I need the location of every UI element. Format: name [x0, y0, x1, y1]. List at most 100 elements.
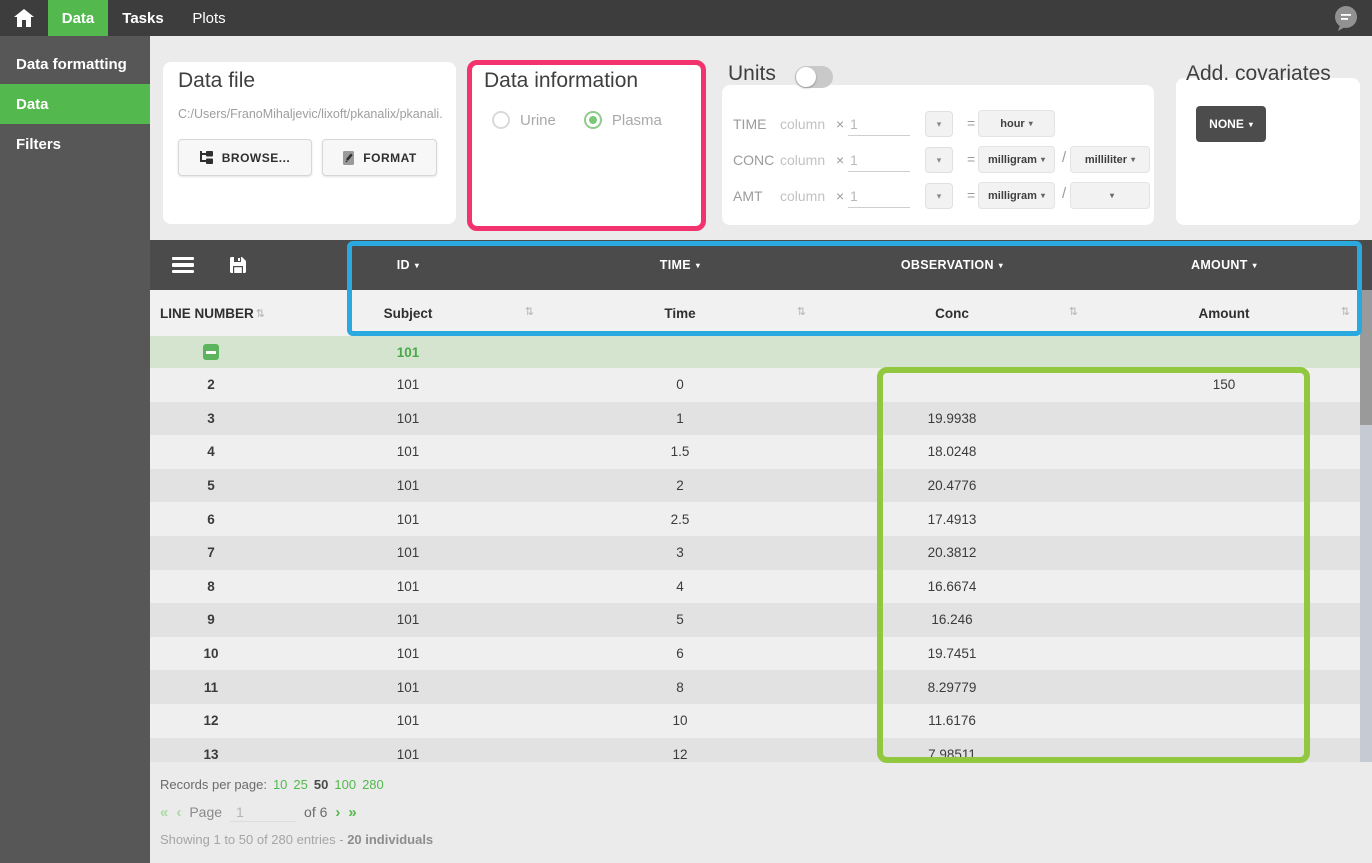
divide-sign: / [1062, 185, 1066, 202]
prev-page-button[interactable]: ‹ [176, 804, 181, 821]
column-header-label: LINE NUMBER [160, 306, 254, 321]
cell-amount [1088, 469, 1360, 503]
divide-sign: / [1062, 149, 1066, 166]
radio-option-urine[interactable]: Urine [492, 111, 556, 129]
caret-down-icon: ▾ [1131, 155, 1135, 164]
conc-unit-dropdown[interactable]: milligram ▾ [978, 146, 1055, 173]
cell-subject: 101 [272, 603, 544, 637]
sidebar-item-data-formatting[interactable]: Data formatting [0, 44, 150, 84]
cell-time: 12 [544, 738, 816, 762]
page-size-50[interactable]: 50 [314, 777, 328, 792]
cell-line: 11 [150, 670, 272, 704]
sort-icon[interactable]: ⇅ [1341, 305, 1350, 318]
tab-data[interactable]: Data [48, 0, 108, 36]
table-menu-icon[interactable] [172, 257, 194, 273]
conc-multiplier-input[interactable] [848, 148, 910, 172]
column-header-conc[interactable]: Conc ⇅ [816, 290, 1088, 336]
amt-multiplier-input[interactable] [848, 184, 910, 208]
conc-multiplier-dropdown[interactable]: ▾ [925, 147, 953, 173]
table-row[interactable]: 3101119.9938 [150, 402, 1360, 436]
next-page-button[interactable]: › [335, 804, 340, 821]
column-header-amount[interactable]: Amount ⇅ [1088, 290, 1360, 336]
browse-button[interactable]: BROWSE... [178, 139, 312, 176]
cell-conc: 18.0248 [816, 435, 1088, 469]
sort-icon[interactable]: ⇅ [1069, 305, 1078, 318]
page-size-100[interactable]: 100 [334, 777, 356, 792]
table-row[interactable]: 7101320.3812 [150, 536, 1360, 570]
last-page-button[interactable]: » [348, 804, 356, 821]
table-scrollbar[interactable] [1360, 290, 1372, 762]
covariates-none-dropdown[interactable]: NONE ▾ [1196, 106, 1266, 142]
radio-option-plasma[interactable]: Plasma [584, 111, 662, 129]
page-size-25[interactable]: 25 [293, 777, 307, 792]
page-number-input[interactable] [230, 802, 296, 822]
urine-radio[interactable] [492, 111, 510, 129]
table-row[interactable]: 5101220.4776 [150, 469, 1360, 503]
cell-conc [816, 368, 1088, 402]
table-row[interactable]: 13101127.98511 [150, 738, 1360, 762]
save-icon[interactable] [230, 257, 246, 273]
unit-row-label: AMT [733, 188, 763, 204]
conc-denominator-dropdown[interactable]: milliliter ▾ [1070, 146, 1150, 173]
group-row-101[interactable]: 101 [150, 336, 1360, 368]
home-button[interactable] [10, 6, 38, 30]
sidebar-item-data[interactable]: Data [0, 84, 150, 124]
amt-denominator-dropdown[interactable]: ▾ [1070, 182, 1150, 209]
column-header-label: Subject [384, 306, 433, 321]
sort-icon[interactable]: ⇅ [525, 305, 534, 318]
cell-amount [1088, 402, 1360, 436]
cell-time: 1.5 [544, 435, 816, 469]
time-unit-dropdown[interactable]: hour ▾ [978, 110, 1055, 137]
plasma-radio[interactable] [584, 111, 602, 129]
table-row[interactable]: 8101416.6674 [150, 570, 1360, 604]
page-size-280[interactable]: 280 [362, 777, 384, 792]
column-header-line-number[interactable]: LINE NUMBER ⇅ [160, 290, 265, 336]
column-header-time[interactable]: Time ⇅ [544, 290, 816, 336]
scrollbar-thumb[interactable] [1360, 290, 1372, 425]
format-button[interactable]: FORMAT [322, 139, 437, 176]
conc-denominator-value: milliliter [1085, 154, 1127, 166]
column-type-id[interactable]: ID ▾ [272, 240, 544, 290]
column-type-time[interactable]: TIME ▾ [544, 240, 816, 290]
units-toggle[interactable] [795, 66, 833, 88]
column-type-amount[interactable]: AMOUNT ▾ [1088, 240, 1360, 290]
column-header-subject[interactable]: Subject ⇅ [272, 290, 544, 336]
equals-sign: = [967, 115, 975, 131]
table-row[interactable]: 21010150 [150, 368, 1360, 402]
table-row[interactable]: 61012.517.4913 [150, 502, 1360, 536]
units-row-time: TIME column × ▾ = hour ▾ [722, 110, 1154, 138]
caret-down-icon: ▾ [1253, 261, 1257, 270]
time-multiplier-dropdown[interactable]: ▾ [925, 111, 953, 137]
column-type-label: ID [397, 258, 410, 272]
records-per-page-label: Records per page: [160, 777, 267, 792]
table-column-header: LINE NUMBER ⇅ Subject ⇅ Time ⇅ Conc ⇅ Am… [150, 290, 1360, 336]
cell-amount [1088, 704, 1360, 738]
first-page-button[interactable]: « [160, 804, 168, 821]
sort-icon[interactable]: ⇅ [256, 307, 265, 320]
table-row[interactable]: 10101619.7451 [150, 637, 1360, 671]
amt-unit-dropdown[interactable]: milligram ▾ [978, 182, 1055, 209]
page-size-10[interactable]: 10 [273, 777, 287, 792]
table-row[interactable]: 121011011.6176 [150, 704, 1360, 738]
tab-tasks[interactable]: Tasks [118, 0, 168, 36]
format-button-label: FORMAT [363, 151, 416, 165]
caret-down-icon: ▾ [1110, 191, 1114, 200]
pagination: « ‹ Page of 6 › » [160, 802, 357, 822]
cell-line: 13 [150, 738, 272, 762]
data-file-panel: Data file C:/Users/FranoMihaljevic/lixof… [163, 62, 456, 224]
amt-multiplier-dropdown[interactable]: ▾ [925, 183, 953, 209]
individuals-count: 20 individuals [347, 832, 433, 847]
table-row[interactable]: 41011.518.0248 [150, 435, 1360, 469]
sort-icon[interactable]: ⇅ [797, 305, 806, 318]
table-row[interactable]: 9101516.246 [150, 603, 1360, 637]
feedback-button[interactable] [1332, 4, 1360, 32]
collapse-minus-icon[interactable] [203, 344, 219, 360]
sidebar-item-filters[interactable]: Filters [0, 124, 150, 164]
column-header-label: Time [664, 306, 695, 321]
caret-down-icon: ▾ [1041, 155, 1045, 164]
tab-plots[interactable]: Plots [186, 0, 232, 36]
page-label: Page [189, 804, 222, 820]
column-type-observation[interactable]: OBSERVATION ▾ [816, 240, 1088, 290]
table-row[interactable]: 1110188.29779 [150, 670, 1360, 704]
time-multiplier-input[interactable] [848, 112, 910, 136]
